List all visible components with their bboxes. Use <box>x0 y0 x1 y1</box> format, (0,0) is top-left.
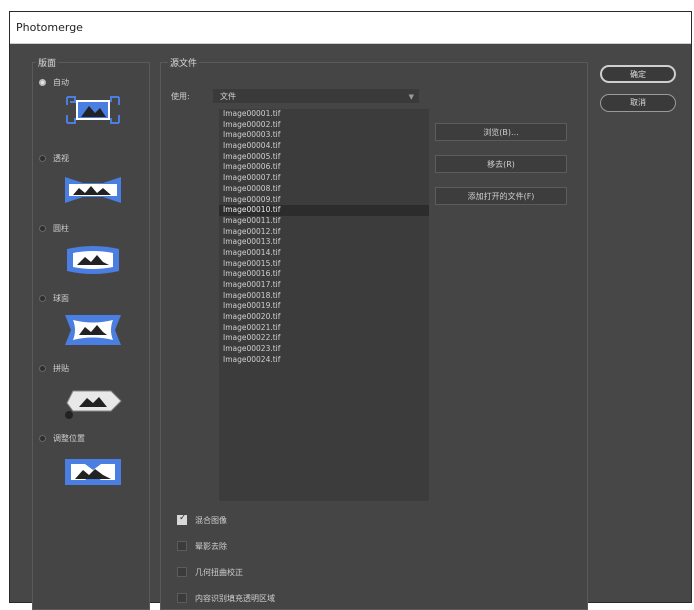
reposition-layout-icon[interactable] <box>63 455 123 489</box>
radio-button[interactable] <box>39 434 46 442</box>
use-dropdown-value: 文件 <box>220 92 236 101</box>
layout-option-label: 球面 <box>53 293 69 303</box>
window-title: Photomerge <box>10 12 691 44</box>
layout-panel: 自动 透视 圆柱 球面 拼贴 调整位置 <box>32 62 150 610</box>
option-geometric-distortion[interactable]: 几何扭曲校正 <box>177 565 243 579</box>
checkbox[interactable] <box>177 567 187 577</box>
layout-option-auto[interactable]: 自动 <box>39 75 69 89</box>
remove-button[interactable]: 移去(R) <box>435 155 567 173</box>
layout-option-label: 透视 <box>53 153 69 163</box>
checkbox[interactable] <box>177 593 187 603</box>
option-label: 晕影去除 <box>195 541 227 551</box>
file-list-item[interactable]: Image00015.tif <box>219 259 429 270</box>
cancel-button[interactable]: 取消 <box>600 94 676 112</box>
use-label: 使用: <box>171 92 190 101</box>
layout-option-cylindrical[interactable]: 圆柱 <box>39 221 69 235</box>
layout-option-label: 调整位置 <box>53 433 85 443</box>
layout-option-label: 自动 <box>53 77 69 87</box>
file-list-item[interactable]: Image00001.tif <box>219 109 429 120</box>
radio-button[interactable] <box>39 294 46 302</box>
file-list-item[interactable]: Image00022.tif <box>219 333 429 344</box>
file-list-item[interactable]: Image00012.tif <box>219 227 429 238</box>
perspective-layout-icon[interactable] <box>63 173 123 207</box>
file-list-item[interactable]: Image00023.tif <box>219 344 429 355</box>
auto-layout-icon[interactable] <box>63 93 123 127</box>
option-vignette-removal[interactable]: 晕影去除 <box>177 539 227 553</box>
collage-layout-icon[interactable] <box>63 385 123 419</box>
source-files-section-label: 源文件 <box>168 56 200 69</box>
radio-button[interactable] <box>39 78 46 86</box>
ok-button[interactable]: 确定 <box>600 65 676 83</box>
file-list-item[interactable]: Image00005.tif <box>219 152 429 163</box>
spherical-layout-icon[interactable] <box>63 313 123 347</box>
source-files-panel: 使用: 文件 ▼ Image00001.tif Image00002.tif Ima… <box>160 62 588 610</box>
file-list-item[interactable]: Image00014.tif <box>219 248 429 259</box>
file-list-item[interactable]: Image00017.tif <box>219 280 429 291</box>
checkbox[interactable] <box>177 513 187 525</box>
file-list-item[interactable]: Image00011.tif <box>219 216 429 227</box>
file-list-item[interactable]: Image00019.tif <box>219 301 429 312</box>
checkbox[interactable] <box>177 541 187 551</box>
add-open-files-button[interactable]: 添加打开的文件(F) <box>435 187 567 205</box>
file-list-item[interactable]: Image00020.tif <box>219 312 429 323</box>
file-list-item[interactable]: Image00006.tif <box>219 162 429 173</box>
layout-option-spherical[interactable]: 球面 <box>39 291 69 305</box>
option-content-aware-fill[interactable]: 内容识别填充透明区域 <box>177 591 275 605</box>
option-label: 几何扭曲校正 <box>195 567 243 577</box>
file-list-item[interactable]: Image00018.tif <box>219 291 429 302</box>
layout-option-label: 圆柱 <box>53 223 69 233</box>
browse-button[interactable]: 浏览(B)... <box>435 123 567 141</box>
file-list-item[interactable]: Image00016.tif <box>219 269 429 280</box>
file-list-item[interactable]: Image00003.tif <box>219 130 429 141</box>
option-blend-images[interactable]: 混合图像 <box>177 513 227 527</box>
radio-button[interactable] <box>39 224 46 232</box>
file-list-item[interactable]: Image00010.tif <box>219 205 429 216</box>
use-dropdown[interactable]: 文件 ▼ <box>213 89 419 103</box>
layout-option-collage[interactable]: 拼贴 <box>39 361 69 375</box>
file-list-item[interactable]: Image00024.tif <box>219 355 429 366</box>
layout-option-reposition[interactable]: 调整位置 <box>39 431 85 445</box>
radio-button[interactable] <box>39 364 46 372</box>
file-list-item[interactable]: Image00007.tif <box>219 173 429 184</box>
file-list[interactable]: Image00001.tif Image00002.tif Image00003.t… <box>219 109 429 501</box>
layout-option-perspective[interactable]: 透视 <box>39 151 69 165</box>
layout-option-label: 拼贴 <box>53 363 69 373</box>
file-list-item[interactable]: Image00013.tif <box>219 237 429 248</box>
file-list-item[interactable]: Image00009.tif <box>219 195 429 206</box>
option-label: 混合图像 <box>195 515 227 525</box>
option-label: 内容识别填充透明区域 <box>195 593 275 603</box>
file-list-item[interactable]: Image00021.tif <box>219 323 429 334</box>
cylindrical-layout-icon[interactable] <box>63 243 123 277</box>
file-list-item[interactable]: Image00008.tif <box>219 184 429 195</box>
file-list-item[interactable]: Image00004.tif <box>219 141 429 152</box>
radio-button[interactable] <box>39 154 46 162</box>
chevron-down-icon: ▼ <box>408 93 414 101</box>
file-list-item[interactable]: Image00002.tif <box>219 120 429 131</box>
photomerge-dialog: Photomerge 版面 自动 透视 圆柱 球面 拼贴 调整位置 源文件 使用… <box>9 11 692 610</box>
file-list-items: Image00001.tif Image00002.tif Image00003.t… <box>219 109 429 366</box>
layout-section-label: 版面 <box>36 56 59 69</box>
